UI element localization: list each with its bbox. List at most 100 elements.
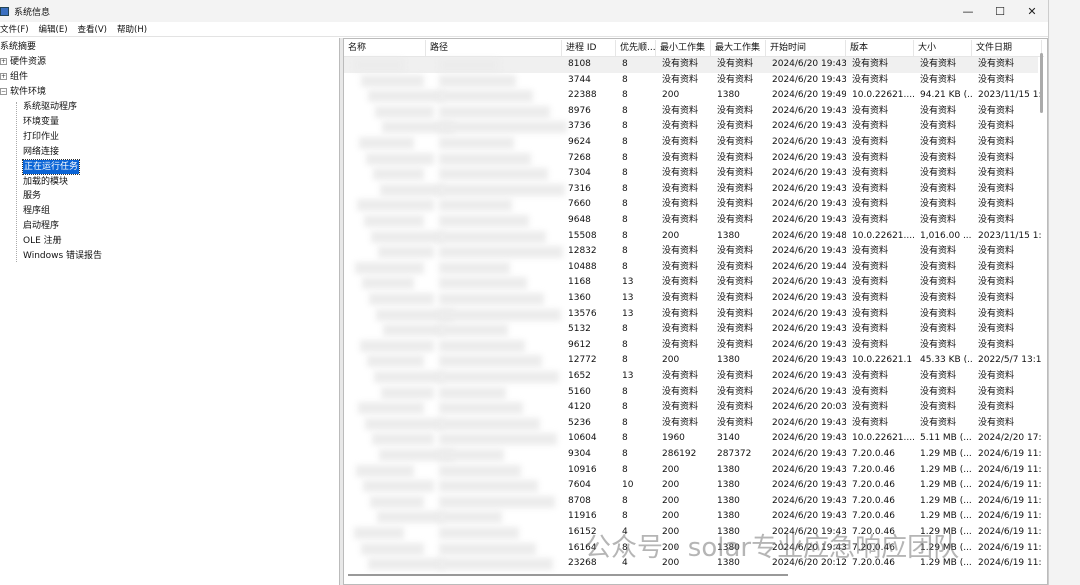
column-header[interactable]: 文件日期 — [972, 40, 1042, 57]
table-cell: 没有资料 — [978, 152, 1015, 163]
table-cell: 没有资料 — [717, 246, 754, 257]
tree-item[interactable]: + 组件 — [0, 70, 28, 84]
horizontal-scrollbar[interactable] — [348, 574, 788, 576]
table-row[interactable]: 11916 8 200 1380 2024/6/20 19:43 7.20.0.46 1.2… — [344, 509, 1042, 525]
column-header[interactable]: 大小 — [914, 40, 972, 57]
redacted-name-cell — [383, 324, 444, 337]
table-cell: 2024/6/20 19:48 — [772, 230, 846, 241]
table-cell: 没有资料 — [852, 324, 889, 335]
table-row[interactable]: 9624 8 没有资料 没有资料 2024/6/20 19:43 没有资料 没有资料 没有资料 — [344, 135, 1038, 151]
menu-view[interactable]: 查看(V) — [78, 23, 107, 35]
table-row[interactable]: 22388 8 200 1380 2024/6/20 19:49 10.0.22621..… — [344, 88, 1042, 104]
table-row[interactable]: 8708 8 200 1380 2024/6/20 19:43 7.20.0.46 1.29… — [344, 494, 1042, 510]
minimize-button[interactable]: — — [952, 5, 984, 18]
table-cell: 没有资料 — [662, 308, 699, 319]
tree-item[interactable]: 程序组 — [23, 204, 50, 218]
tree-item[interactable]: 启动程序 — [23, 219, 59, 233]
redacted-path-cell — [439, 105, 550, 118]
table-cell: 8 — [622, 495, 628, 506]
tree-item[interactable]: + 硬件资源 — [0, 55, 46, 69]
tree-item[interactable]: − 软件环境 — [0, 85, 46, 99]
table-cell: 2024/6/20 19:43 — [772, 324, 846, 335]
table-row[interactable]: 7304 8 没有资料 没有资料 2024/6/20 19:43 没有资料 没有资料 没有资料 — [344, 166, 1038, 182]
table-row[interactable]: 4120 8 没有资料 没有资料 2024/6/20 20:03 没有资料 没有资料 没有资料 — [344, 400, 1038, 416]
table-cell: 没有资料 — [717, 59, 754, 69]
table-row[interactable]: 10916 8 200 1380 2024/6/20 19:43 7.20.0.46 1.2… — [344, 463, 1042, 479]
table-row[interactable]: 1652 13 没有资料 没有资料 2024/6/20 19:43 没有资料 没有资料 没有资… — [344, 369, 1038, 385]
column-header[interactable]: 路径 — [426, 40, 562, 57]
table-cell: 2024/6/20 19:43 — [772, 152, 846, 163]
table-row[interactable]: 13576 13 没有资料 没有资料 2024/6/20 19:43 没有资料 没有资料 没有… — [344, 307, 1038, 323]
table-row[interactable]: 1168 13 没有资料 没有资料 2024/6/20 19:43 没有资料 没有资料 没有资… — [344, 275, 1038, 291]
table-row[interactable]: 3736 8 没有资料 没有资料 2024/6/20 19:43 没有资料 没有资料 没有资料 — [344, 119, 1038, 135]
table-row[interactable]: 5132 8 没有资料 没有资料 2024/6/20 19:43 没有资料 没有资料 没有资料 — [344, 322, 1038, 338]
table-cell: 没有资料 — [920, 121, 957, 132]
table-row[interactable]: 12832 8 没有资料 没有资料 2024/6/20 19:43 没有资料 没有资料 没有资… — [344, 244, 1038, 260]
tree-item[interactable]: 服务 — [23, 189, 41, 203]
column-header[interactable]: 优先顺... — [616, 40, 656, 57]
table-cell: 没有资料 — [852, 199, 889, 210]
table-cell: 7.20.0.46 — [852, 495, 895, 506]
column-header[interactable]: 开始时间 — [766, 40, 846, 57]
expand-toggle-icon[interactable]: − — [0, 88, 7, 95]
table-cell: 没有资料 — [717, 199, 754, 210]
table-row[interactable]: 8108 8 没有资料 没有资料 2024/6/20 19:43 没有资料 没有资料 没有资料 — [344, 57, 1038, 73]
vertical-scrollbar[interactable] — [1040, 53, 1043, 113]
table-row[interactable]: 7268 8 没有资料 没有资料 2024/6/20 19:43 没有资料 没有资料 没有资料 — [344, 151, 1038, 167]
table-row[interactable]: 5160 8 没有资料 没有资料 2024/6/20 19:43 没有资料 没有资料 没有资料 — [344, 385, 1038, 401]
tree-item[interactable]: 加载的模块 — [23, 175, 68, 189]
table-row[interactable]: 5236 8 没有资料 没有资料 2024/6/20 19:43 没有资料 没有资料 没有资料 — [344, 416, 1038, 432]
column-header[interactable]: 名称 — [344, 40, 426, 57]
table-row[interactable]: 9612 8 没有资料 没有资料 2024/6/20 19:43 没有资料 没有资料 没有资料 — [344, 338, 1038, 354]
table-row[interactable]: 1360 13 没有资料 没有资料 2024/6/20 19:43 没有资料 没有资料 没有资… — [344, 291, 1038, 307]
expand-toggle-icon[interactable]: + — [0, 73, 7, 80]
table-cell: 没有资料 — [920, 183, 957, 194]
expand-toggle-icon[interactable]: + — [0, 58, 7, 65]
redacted-path-cell — [439, 339, 525, 352]
redacted-name-cell — [380, 183, 444, 196]
table-row[interactable]: 3744 8 没有资料 没有资料 2024/6/20 19:43 没有资料 没有资料 没有资料 — [344, 73, 1038, 89]
column-header[interactable]: 最小工作集 — [656, 40, 711, 57]
tree-item[interactable]: 系统驱动程序 — [23, 100, 77, 114]
tree-item-label: 硬件资源 — [10, 57, 47, 67]
tree-item[interactable]: 环境变量 — [23, 115, 59, 129]
column-header[interactable]: 进程 ID — [562, 40, 616, 57]
table-row[interactable]: 10488 8 没有资料 没有资料 2024/6/20 19:44 没有资料 没有资料 没有资… — [344, 260, 1038, 276]
table-cell: 没有资料 — [978, 277, 1015, 288]
redacted-name-cell — [369, 293, 434, 305]
table-cell: 2024/6/20 19:43 — [772, 105, 846, 116]
maximize-button[interactable]: ☐ — [984, 5, 1016, 18]
table-row[interactable]: 12772 8 200 1380 2024/6/20 19:43 10.0.22621.1… — [344, 353, 1042, 369]
redacted-path-cell — [439, 308, 561, 321]
tree-item[interactable]: 打印作业 — [23, 130, 59, 144]
table-row[interactable]: 7604 10 200 1380 2024/6/20 19:43 7.20.0.46 1.2… — [344, 478, 1042, 494]
menu-help[interactable]: 帮助(H) — [117, 23, 147, 35]
close-button[interactable]: ✕ — [1016, 5, 1048, 18]
tree-item[interactable]: OLE 注册 — [23, 234, 62, 248]
table-cell: 没有资料 — [662, 168, 699, 179]
menu-file[interactable]: 文件(F) — [0, 23, 29, 35]
tree-item[interactable]: Windows 错误报告 — [23, 249, 102, 263]
table-row[interactable]: 7660 8 没有资料 没有资料 2024/6/20 19:43 没有资料 没有资料 没有资料 — [344, 197, 1038, 213]
menu-edit[interactable]: 编辑(E) — [39, 23, 68, 35]
table-cell: 8 — [622, 246, 628, 257]
table-cell: 没有资料 — [852, 308, 889, 319]
redacted-name-cell — [361, 542, 424, 555]
tree-item-system-summary[interactable]: 系统摘要 — [0, 40, 36, 54]
table-cell: 2024/6/20 19:43 — [772, 293, 846, 303]
column-header[interactable]: 版本 — [846, 40, 914, 57]
tree-item[interactable]: 正在运行任务 — [21, 158, 81, 175]
app-icon — [0, 6, 9, 16]
table-row[interactable]: 10604 8 1960 3140 2024/6/20 19:43 10.0.22621.… — [344, 431, 1042, 447]
table-cell: 没有资料 — [852, 417, 889, 428]
tree-item[interactable]: 网络连接 — [23, 145, 59, 159]
table-row[interactable]: 8976 8 没有资料 没有资料 2024/6/20 19:43 没有资料 没有资料 没有资料 — [344, 104, 1038, 120]
table-cell: 8 — [622, 168, 628, 179]
table-row[interactable]: 7316 8 没有资料 没有资料 2024/6/20 19:43 没有资料 没有资料 没有资料 — [344, 182, 1038, 198]
column-header[interactable]: 最大工作集 — [711, 40, 766, 57]
table-row[interactable]: 9304 8 286192 287372 2024/6/20 19:43 7.20.0.4… — [344, 447, 1042, 463]
table-cell: 1960 — [662, 433, 685, 444]
table-row[interactable]: 9648 8 没有资料 没有资料 2024/6/20 19:43 没有资料 没有资料 没有资料 — [344, 213, 1038, 229]
table-cell: 没有资料 — [717, 324, 754, 335]
table-row[interactable]: 15508 8 200 1380 2024/6/20 19:48 10.0.22621..… — [344, 229, 1042, 245]
